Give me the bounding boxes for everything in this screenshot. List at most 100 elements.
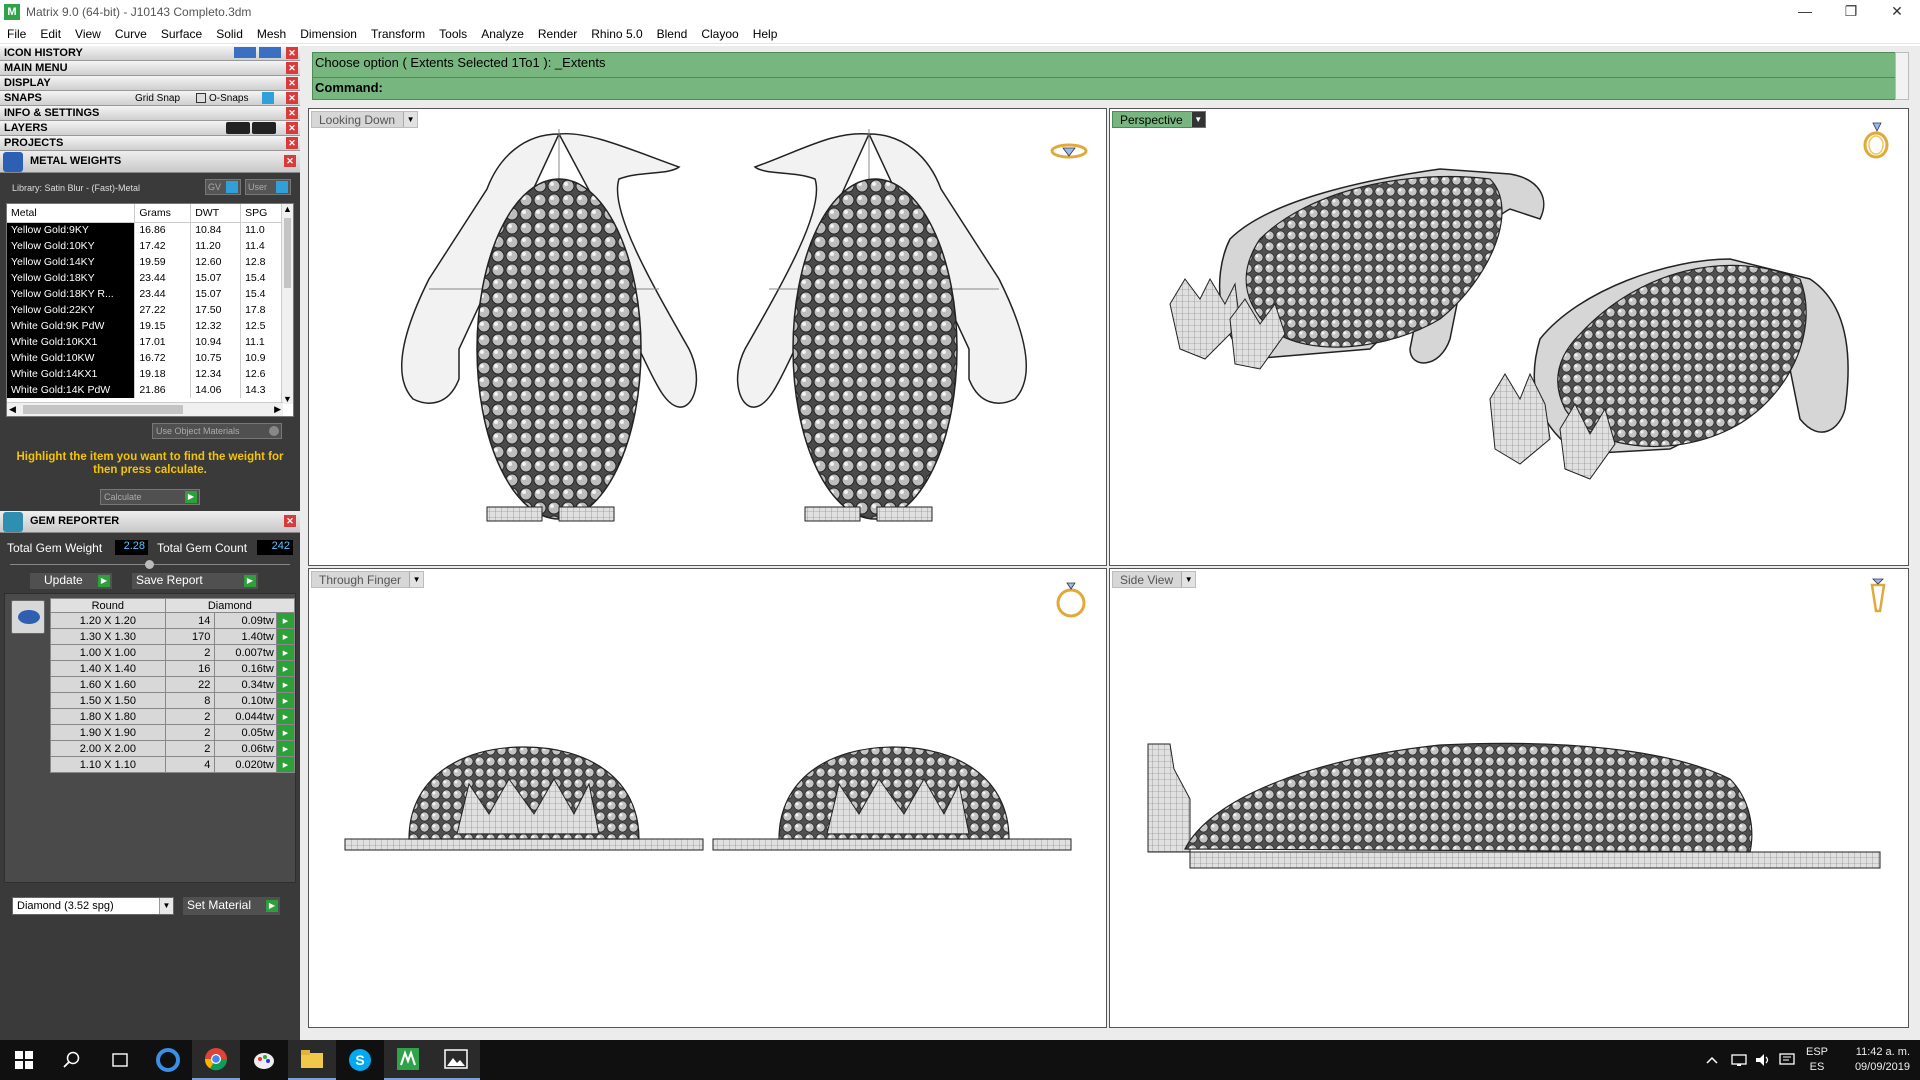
section-display[interactable]: DISPLAY ✕ xyxy=(0,76,300,91)
table-row[interactable]: White Gold:10KX1 17.01 10.94 11.1 xyxy=(7,334,283,350)
section-info-settings[interactable]: INFO & SETTINGS ✕ xyxy=(0,106,300,121)
volume-icon[interactable] xyxy=(1754,1040,1772,1080)
select-gem-button[interactable]: ▶ xyxy=(275,644,296,661)
close-icon[interactable]: ✕ xyxy=(286,77,298,89)
table-row[interactable]: White Gold:14K PdW 21.86 14.06 14.3 xyxy=(7,382,283,398)
section-main-menu[interactable]: MAIN MENU ✕ xyxy=(0,61,300,76)
o-snaps-toggle-icon[interactable] xyxy=(262,92,274,104)
chevron-down-icon[interactable]: ▼ xyxy=(403,112,418,127)
task-view-button[interactable] xyxy=(96,1040,144,1080)
close-icon[interactable]: ✕ xyxy=(284,515,296,527)
use-object-materials-toggle[interactable]: Use Object Materials xyxy=(152,423,282,439)
ring-front-icon[interactable] xyxy=(1051,579,1091,619)
table-row[interactable]: White Gold:9K PdW 19.15 12.32 12.5 xyxy=(7,318,283,334)
command-area[interactable]: Choose option ( Extents Selected 1To1 ):… xyxy=(312,52,1909,100)
chevron-down-icon[interactable]: ▼ xyxy=(1181,572,1196,587)
layer-visibility-icon[interactable] xyxy=(226,122,250,134)
maximize-button[interactable]: ❐ xyxy=(1828,0,1874,24)
scroll-thumb[interactable] xyxy=(284,218,291,288)
table-row[interactable]: Yellow Gold:9KY 16.86 10.84 11.0 xyxy=(7,222,283,238)
close-icon[interactable]: ✕ xyxy=(284,155,296,167)
menu-dimension[interactable]: Dimension xyxy=(293,27,364,41)
table-row[interactable]: 1.80 X 1.80 2 0.044tw ▶ xyxy=(50,708,296,725)
table-row[interactable]: Yellow Gold:18KY 23.44 15.07 15.4 xyxy=(7,270,283,286)
menu-clayoo[interactable]: Clayoo xyxy=(694,27,745,41)
select-gem-button[interactable]: ▶ xyxy=(275,660,296,677)
o-snaps-checkbox[interactable] xyxy=(196,93,206,103)
table-row[interactable]: 1.20 X 1.20 14 0.09tw ▶ xyxy=(50,612,296,629)
show-hidden-icons[interactable] xyxy=(1706,1040,1718,1080)
taskbar-photos[interactable] xyxy=(432,1040,480,1080)
section-icon-history[interactable]: ICON HISTORY ✕ xyxy=(0,46,300,61)
close-icon[interactable]: ✕ xyxy=(286,92,298,104)
viewport-side-view[interactable]: Side View ▼ xyxy=(1109,568,1909,1028)
select-gem-button[interactable]: ▶ xyxy=(275,676,296,693)
menu-help[interactable]: Help xyxy=(746,27,785,41)
update-button[interactable]: Update ▶ xyxy=(30,573,112,589)
viewport-perspective[interactable]: Perspective ▼ xyxy=(1109,108,1909,566)
menu-curve[interactable]: Curve xyxy=(108,27,154,41)
col-spg[interactable]: SPG xyxy=(240,204,283,223)
back-arrow-icon[interactable] xyxy=(234,47,256,58)
taskbar-chrome[interactable] xyxy=(192,1040,240,1080)
clock[interactable]: 11:42 a. m. 09/09/2019 xyxy=(1846,1040,1910,1080)
section-snaps[interactable]: SNAPS Grid Snap O-Snaps ✕ xyxy=(0,91,300,106)
col-grams[interactable]: Grams xyxy=(134,204,192,223)
menu-edit[interactable]: Edit xyxy=(33,27,68,41)
select-gem-button[interactable]: ▶ xyxy=(275,740,296,757)
select-gem-button[interactable]: ▶ xyxy=(275,612,296,629)
menu-view[interactable]: View xyxy=(68,27,108,41)
chevron-down-icon[interactable]: ▼ xyxy=(409,572,424,587)
calculate-button[interactable]: Calculate ▶ xyxy=(100,489,200,505)
table-row[interactable]: White Gold:14KX1 19.18 12.34 12.6 xyxy=(7,366,283,382)
set-material-button[interactable]: Set Material ▶ xyxy=(183,897,280,915)
round-gem-thumbnail[interactable] xyxy=(11,600,45,634)
section-layers[interactable]: LAYERS ✕ xyxy=(0,121,300,136)
taskbar-paint[interactable] xyxy=(240,1040,288,1080)
command-prompt[interactable]: Command: xyxy=(315,80,383,95)
table-row[interactable]: Yellow Gold:22KY 27.22 17.50 17.8 xyxy=(7,302,283,318)
viewport-label-through-finger[interactable]: Through Finger ▼ xyxy=(311,571,425,588)
scroll-down-icon[interactable]: ▼ xyxy=(282,394,293,404)
menu-render[interactable]: Render xyxy=(531,27,584,41)
chevron-down-icon[interactable]: ▼ xyxy=(1190,112,1205,127)
material-select[interactable]: Diamond (3.52 spg) ▼ xyxy=(12,897,174,915)
menu-file[interactable]: File xyxy=(0,27,33,41)
section-projects[interactable]: PROJECTS ✕ xyxy=(0,136,300,151)
close-icon[interactable]: ✕ xyxy=(286,47,298,59)
taskbar-edge[interactable] xyxy=(144,1040,192,1080)
table-row[interactable]: 1.00 X 1.00 2 0.007tw ▶ xyxy=(50,644,296,661)
close-icon[interactable]: ✕ xyxy=(286,107,298,119)
taskbar-file-explorer[interactable] xyxy=(288,1040,336,1080)
gem-slider-knob[interactable] xyxy=(145,560,154,569)
table-row[interactable]: 1.90 X 1.90 2 0.05tw ▶ xyxy=(50,724,296,741)
grid-snap-label[interactable]: Grid Snap xyxy=(135,92,180,106)
close-icon[interactable]: ✕ xyxy=(286,62,298,74)
menu-transform[interactable]: Transform xyxy=(364,27,432,41)
col-dwt[interactable]: DWT xyxy=(190,204,242,223)
viewport-through-finger[interactable]: Through Finger ▼ xyxy=(308,568,1107,1028)
ring-top-icon[interactable] xyxy=(1049,131,1089,171)
select-gem-button[interactable]: ▶ xyxy=(275,692,296,709)
menu-solid[interactable]: Solid xyxy=(209,27,250,41)
table-row[interactable]: Yellow Gold:10KY 17.42 11.20 11.4 xyxy=(7,238,283,254)
viewport-label-looking-down[interactable]: Looking Down ▼ xyxy=(311,111,419,128)
ring-side-icon[interactable] xyxy=(1858,577,1898,617)
command-scrollbar[interactable] xyxy=(1895,52,1909,100)
table-row[interactable]: 1.40 X 1.40 16 0.16tw ▶ xyxy=(50,660,296,677)
viewport-label-perspective[interactable]: Perspective ▼ xyxy=(1112,111,1206,128)
menu-mesh[interactable]: Mesh xyxy=(250,27,293,41)
eye-icon[interactable] xyxy=(252,122,276,134)
action-center-icon[interactable] xyxy=(1778,1040,1796,1080)
windows-start-button[interactable] xyxy=(0,1040,48,1080)
scroll-up-icon[interactable]: ▲ xyxy=(282,204,293,214)
table-row[interactable]: 1.60 X 1.60 22 0.34tw ▶ xyxy=(50,676,296,693)
select-gem-button[interactable]: ▶ xyxy=(275,708,296,725)
search-button[interactable] xyxy=(48,1040,96,1080)
close-button[interactable]: ✕ xyxy=(1874,0,1920,24)
table-row[interactable]: 1.30 X 1.30 170 1.40tw ▶ xyxy=(50,628,296,645)
gv-toggle[interactable]: GV xyxy=(205,179,241,195)
metal-weights-table[interactable]: Metal Grams DWT SPG Yellow Gold:9KY 16.86… xyxy=(6,203,294,417)
table-row[interactable]: 1.10 X 1.10 4 0.020tw ▶ xyxy=(50,756,296,773)
table-row[interactable]: 2.00 X 2.00 2 0.06tw ▶ xyxy=(50,740,296,757)
